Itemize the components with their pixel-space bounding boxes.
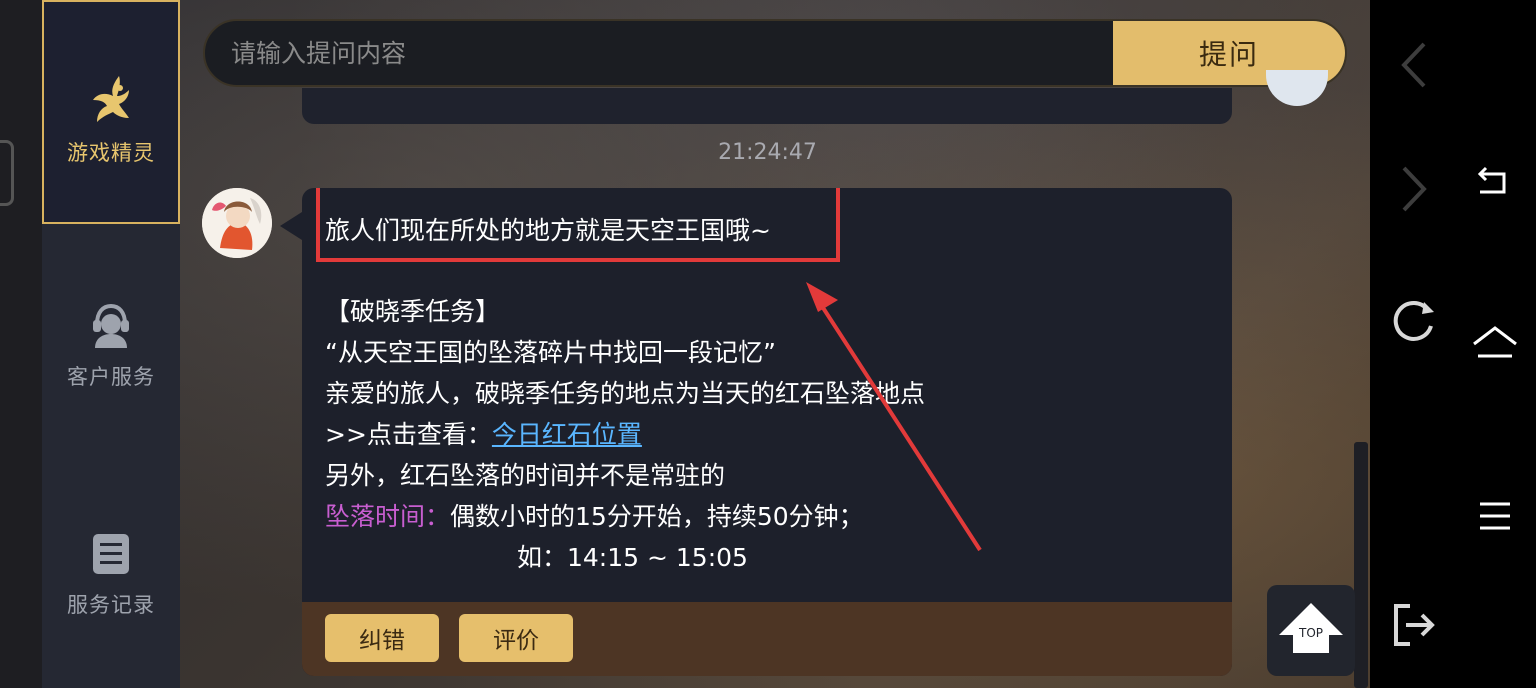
refresh-icon[interactable] [1388, 296, 1438, 346]
system-nav-bar [1370, 0, 1536, 688]
rate-button[interactable]: 评价 [459, 614, 573, 662]
scroll-to-top-button[interactable]: TOP [1267, 585, 1355, 676]
message-line: 【破晓季任务】 [325, 297, 501, 326]
search-bar: 提问 [203, 19, 1347, 87]
message-line: >>点击查看：今日红石位置 [325, 414, 925, 455]
exit-icon[interactable] [1388, 600, 1438, 650]
link-prefix: >>点击查看： [325, 420, 492, 449]
sidebar-item-game-fairy[interactable]: 游戏精灵 [42, 0, 180, 224]
sidebar-item-label: 客户服务 [67, 365, 155, 389]
fairy-icon [44, 74, 178, 129]
back-chevron-icon[interactable] [1394, 40, 1434, 90]
edge-handle [0, 140, 14, 206]
headset-agent-icon [42, 302, 180, 353]
bubble-tail [280, 212, 302, 240]
sidebar-item-service-record[interactable]: 服务记录 [42, 532, 180, 619]
sidebar-item-label: 服务记录 [67, 593, 155, 617]
home-icon[interactable] [1472, 324, 1518, 364]
return-icon[interactable] [1476, 164, 1512, 200]
left-edge [0, 0, 42, 688]
svg-text:TOP: TOP [1298, 626, 1323, 640]
search-input[interactable] [205, 21, 1117, 85]
message-timestamp: 21:24:47 [718, 140, 817, 165]
bot-message-bubble: 旅人们现在所处的地方就是天空王国哦~ 【破晓季任务】 “从天空王国的坠落碎片中找… [302, 188, 1232, 676]
fall-time-text: 偶数小时的15分开始，持续50分钟； [450, 502, 864, 531]
message-line: 如：14:15 ~ 15:05 [517, 543, 748, 572]
list-record-icon [42, 532, 180, 581]
sidebar-item-label: 游戏精灵 [67, 141, 155, 165]
redstone-location-link[interactable]: 今日红石位置 [492, 420, 642, 449]
highlight-box [316, 188, 840, 262]
correct-button[interactable]: 纠错 [325, 614, 439, 662]
message-line: 另外，红石坠落的时间并不是常驻的 [325, 461, 726, 490]
sidebar-item-customer-service[interactable]: 客户服务 [42, 302, 180, 391]
top-arrow-icon: TOP [1279, 603, 1343, 653]
fall-time-label: 坠落时间： [325, 502, 451, 531]
scrollbar[interactable] [1354, 442, 1368, 688]
message-footer: 纠错 评价 [302, 602, 1232, 676]
sidebar: 游戏精灵 客户服务 服务记录 [42, 0, 180, 688]
forward-chevron-icon[interactable] [1394, 164, 1434, 214]
previous-message-bubble [302, 88, 1232, 124]
message-line: 坠落时间：偶数小时的15分开始，持续50分钟； [325, 496, 925, 537]
message-line: 亲爱的旅人，破晓季任务的地点为当天的红石坠落地点 [325, 379, 926, 408]
bot-avatar [202, 188, 272, 258]
message-line: “从天空王国的坠落碎片中找回一段记忆” [325, 338, 776, 367]
message-content: 旅人们现在所处的地方就是天空王国哦~ 【破晓季任务】 “从天空王国的坠落碎片中找… [325, 210, 925, 578]
menu-icon[interactable] [1478, 500, 1512, 532]
